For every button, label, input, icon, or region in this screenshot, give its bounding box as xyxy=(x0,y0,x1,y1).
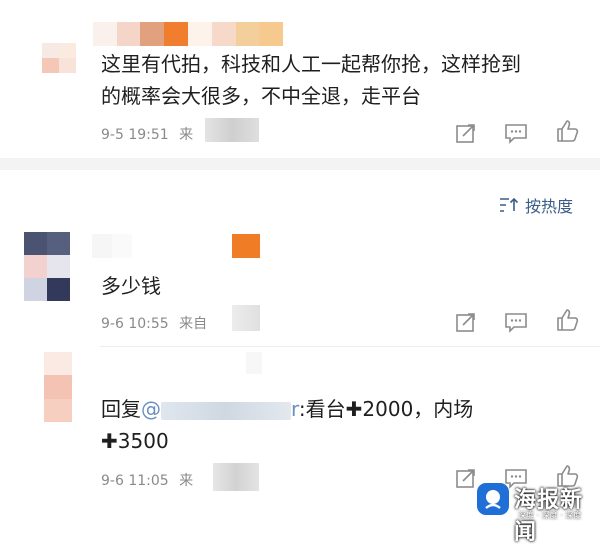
mention-link[interactable]: @ r xyxy=(141,397,299,421)
comment-text: 多少钱 xyxy=(101,270,161,302)
sort-icon xyxy=(500,197,519,212)
repost-icon[interactable] xyxy=(453,120,479,146)
comment-line: 的概率会大很多，不中全退，走平台 xyxy=(101,84,421,108)
comment-source: 来 xyxy=(179,473,194,489)
reply-amount: 2000，内场 xyxy=(362,397,474,421)
watermark: 海报新闻 深度 · 深度 · 深度 xyxy=(472,480,600,545)
reply-line: ✚3500 xyxy=(101,425,541,457)
source-redacted xyxy=(205,118,259,142)
comment-time: 9-5 19:51 xyxy=(101,127,169,143)
sort-by-hot-button[interactable]: 按热度 xyxy=(498,193,573,217)
reply-body: :看台 xyxy=(298,397,346,421)
reply-prefix: 回复 xyxy=(101,397,141,421)
plus-icon: ✚ xyxy=(101,429,118,453)
avatar[interactable] xyxy=(44,352,72,422)
username-redacted[interactable] xyxy=(92,234,260,258)
comment-meta: 9-5 19:51 来 xyxy=(101,124,193,144)
source-redacted xyxy=(213,463,259,491)
avatar[interactable] xyxy=(42,43,76,73)
username-redacted[interactable] xyxy=(96,352,262,374)
repost-icon[interactable] xyxy=(453,309,479,335)
reply-text: 回复@ r:看台✚2000，内场 ✚3500 xyxy=(101,393,541,457)
like-icon[interactable] xyxy=(554,307,580,333)
comment-source: 来 xyxy=(179,127,194,143)
section-divider xyxy=(0,158,600,170)
comment-icon[interactable] xyxy=(503,120,529,146)
comment-time: 9-6 10:55 xyxy=(101,316,169,332)
comment-time: 9-6 11:05 xyxy=(101,473,169,489)
reply-line: 回复@ r:看台✚2000，内场 xyxy=(101,393,541,425)
comment-icon[interactable] xyxy=(503,309,529,335)
avatar[interactable] xyxy=(24,232,70,301)
comment-line: 这里有代拍，科技和人工一起帮你抢，这样抢到 xyxy=(101,52,521,76)
comment-meta: 9-6 11:05 来 xyxy=(101,470,193,490)
mention-redacted xyxy=(161,401,291,420)
mention-tail: r xyxy=(291,397,299,421)
comment-text: 这里有代拍，科技和人工一起帮你抢，这样抢到 的概率会大很多，不中全退，走平台 xyxy=(101,48,521,112)
username-redacted[interactable] xyxy=(93,22,283,46)
comment-separator xyxy=(100,346,600,347)
sort-label: 按热度 xyxy=(525,197,574,216)
plus-icon: ✚ xyxy=(345,397,363,421)
comment-line: 多少钱 xyxy=(101,274,161,298)
watermark-sub: 深度 · 深度 · 深度 xyxy=(518,511,582,520)
like-icon[interactable] xyxy=(554,118,580,144)
source-redacted xyxy=(232,305,260,331)
mention-at: @ xyxy=(141,397,161,421)
haibao-logo-icon xyxy=(477,483,509,515)
reply-amount: 3500 xyxy=(117,429,169,453)
comment-meta: 9-6 10:55 来自 xyxy=(101,313,207,333)
comment-source: 来自 xyxy=(179,316,208,332)
